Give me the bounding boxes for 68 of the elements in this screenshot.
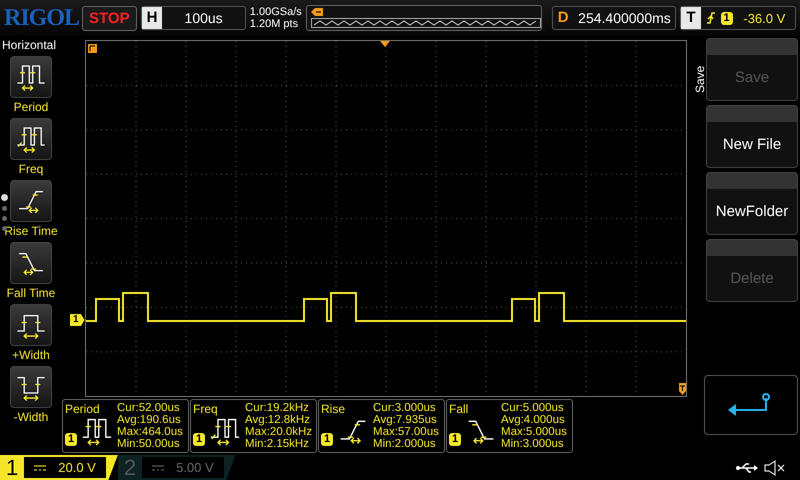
minimum-value: Min:50.00us [117, 438, 181, 450]
minimum-value: Min:2.000us [373, 438, 437, 450]
measurement-label: Rise [321, 402, 346, 416]
timebase-value: 100us [184, 10, 224, 26]
minimum-value: Min:3.000us [501, 438, 565, 450]
maximum-value: Max:57.00us [373, 426, 439, 438]
page-dot[interactable] [1, 194, 8, 201]
average-value: Avg:4.000us [501, 414, 566, 426]
current-value: Cur:3.000us [373, 402, 437, 414]
average-value: Avg:190.6us [117, 414, 182, 426]
dc-coupling-icon [34, 464, 46, 472]
channel-tab[interactable]: 2 5.00 V [118, 455, 236, 480]
trigger-position-icon [310, 8, 323, 16]
page-dot[interactable] [2, 206, 7, 211]
trigger-level: -36.0 V [742, 10, 786, 26]
channel-badge: 1 [193, 433, 206, 446]
rising-edge-icon [706, 11, 716, 25]
usb-icon [736, 462, 758, 474]
minimum-value: Min:2.15kHz [245, 438, 310, 450]
measure-button[interactable]: Freq [10, 118, 52, 176]
delay-label: D [556, 8, 570, 28]
measure-button[interactable]: -Width [10, 366, 52, 424]
trigger-channel-badge: 1 [720, 12, 733, 24]
timebase-display[interactable]: H 100us [140, 6, 246, 30]
channel-number: 2 [124, 454, 136, 480]
sample-rate: 1.00GSa/s [250, 6, 302, 18]
measure-button[interactable]: +Width [10, 304, 52, 362]
dc-coupling-icon [152, 464, 164, 472]
average-value: Avg:7.935us [373, 414, 438, 426]
channel-badge: 1 [449, 433, 462, 446]
menu-button[interactable]: New File [706, 105, 798, 168]
page-dot[interactable] [2, 226, 7, 231]
measure-button[interactable]: Fall Time [6, 242, 56, 300]
current-value: Cur:5.000us [501, 402, 565, 414]
trigger-marker-icon [380, 41, 390, 47]
mute-icon [764, 460, 786, 476]
level-marker-icon [679, 383, 686, 395]
memory-depth: 1.20M pts [250, 18, 300, 30]
brand-logo: RIGOL [4, 4, 78, 32]
page-dot[interactable] [2, 216, 7, 221]
run-stop-button[interactable]: STOP [82, 6, 137, 30]
measurement-label: Period [65, 402, 101, 416]
time-marker-icon [88, 44, 97, 53]
trigger-display[interactable]: T 1 -36.0 V [680, 6, 796, 30]
maximum-value: Max:20.0kHz [245, 426, 312, 438]
delay-display[interactable]: D 254.400000ms [552, 6, 676, 30]
measurement-label: Fall [449, 402, 470, 416]
current-value: Cur:52.00us [117, 402, 181, 414]
delay-value: 254.400000ms [577, 10, 672, 26]
channel-number: 1 [6, 454, 18, 480]
channel-badge: 1 [65, 433, 78, 446]
maximum-value: Max:5.000us [501, 426, 567, 438]
menu-title: Save [693, 64, 707, 93]
timebase-label: H [142, 7, 162, 29]
maximum-value: Max:464.0us [117, 426, 183, 438]
channel-badge: 1 [321, 433, 334, 446]
current-value: Cur:19.2kHz [245, 402, 310, 414]
trigger-label: T [681, 7, 701, 29]
channel-scale: 20.0 V [58, 459, 96, 477]
average-value: Avg:12.8kHz [245, 414, 311, 426]
channel-marker: 1 [70, 314, 85, 326]
channel-tab[interactable]: 1 20.0 V [0, 455, 118, 480]
measure-button[interactable]: Period [10, 56, 52, 114]
menu-button[interactable]: NewFolder [706, 172, 798, 235]
channel-scale: 5.00 V [176, 459, 214, 477]
menu-title: Horizontal [1, 38, 56, 52]
measurement-label: Freq [193, 402, 219, 416]
enter-button[interactable] [704, 375, 798, 435]
